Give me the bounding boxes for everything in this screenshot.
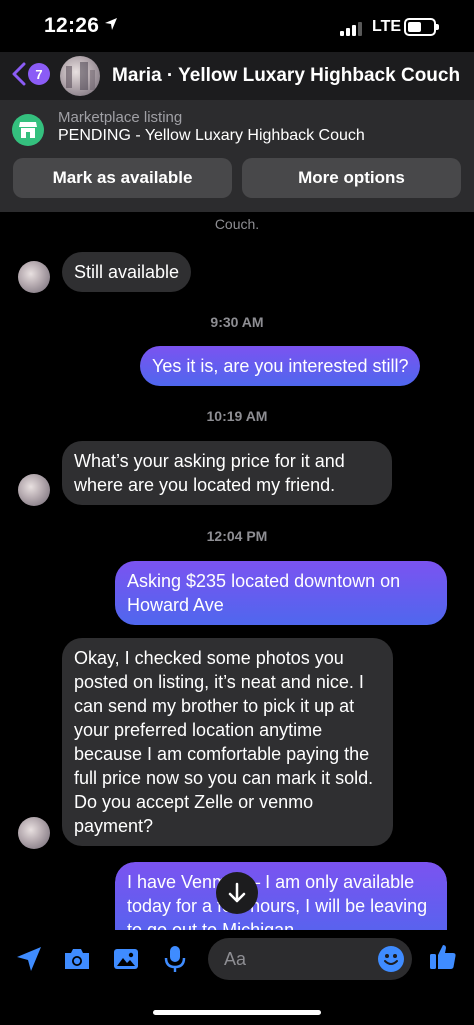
conversation-title[interactable]: Maria · Yellow Luxary Highback Couch	[112, 65, 462, 87]
contact-avatar[interactable]	[60, 56, 100, 96]
photo-gallery-icon[interactable]	[111, 944, 141, 974]
location-arrow-icon	[104, 17, 118, 36]
sender-avatar	[18, 474, 50, 506]
outgoing-message[interactable]: I have Venmo — I am only available today…	[115, 862, 447, 930]
scroll-to-bottom-button[interactable]	[216, 872, 258, 914]
listing-title[interactable]: PENDING - Yellow Luxary Highback Couch	[58, 127, 365, 145]
chevron-left-icon	[12, 62, 26, 86]
incoming-message[interactable]: Okay, I checked some photos you posted o…	[62, 638, 393, 846]
sender-avatar	[18, 261, 50, 293]
listing-subtitle: Marketplace listing	[58, 109, 183, 126]
message-input-container	[208, 938, 412, 980]
arrow-down-icon	[228, 882, 246, 903]
camera-icon[interactable]	[62, 944, 92, 974]
incoming-message[interactable]: What’s your asking price for it and wher…	[62, 441, 392, 505]
more-options-button[interactable]: More options	[242, 158, 461, 198]
location-send-icon[interactable]	[14, 944, 44, 974]
status-bar: 12:26 LTE	[0, 0, 474, 56]
mark-as-available-button[interactable]: Mark as available	[13, 158, 232, 198]
chat-header: 7 Maria · Yellow Luxary Highback Couch	[0, 52, 474, 100]
microphone-icon[interactable]	[160, 944, 190, 974]
message-timestamp: 12:04 PM	[206, 528, 268, 544]
cellular-signal-icon	[340, 20, 362, 36]
back-button[interactable]: 7	[12, 62, 50, 86]
thumbs-up-icon[interactable]	[428, 942, 458, 972]
storefront-icon	[12, 114, 44, 146]
sender-avatar	[18, 817, 50, 849]
emoji-icon[interactable]	[378, 946, 404, 972]
outgoing-message[interactable]: Yes it is, are you interested still?	[140, 346, 421, 386]
message-timestamp: 9:30 AM	[210, 314, 264, 330]
home-indicator[interactable]	[153, 1010, 321, 1015]
partial-message-text: Couch.	[214, 216, 260, 232]
network-type: LTE	[372, 18, 402, 35]
outgoing-message[interactable]: Asking $235 located downtown on Howard A…	[115, 561, 447, 625]
message-input[interactable]	[224, 938, 374, 980]
outgoing-message-clip: I have Venmo — I am only available today…	[115, 862, 447, 930]
status-time: 12:26	[44, 14, 100, 37]
incoming-message[interactable]: Still available	[62, 252, 192, 292]
message-timestamp: 10:19 AM	[206, 408, 268, 424]
unread-count-badge: 7	[28, 63, 50, 85]
battery-icon	[404, 18, 439, 36]
